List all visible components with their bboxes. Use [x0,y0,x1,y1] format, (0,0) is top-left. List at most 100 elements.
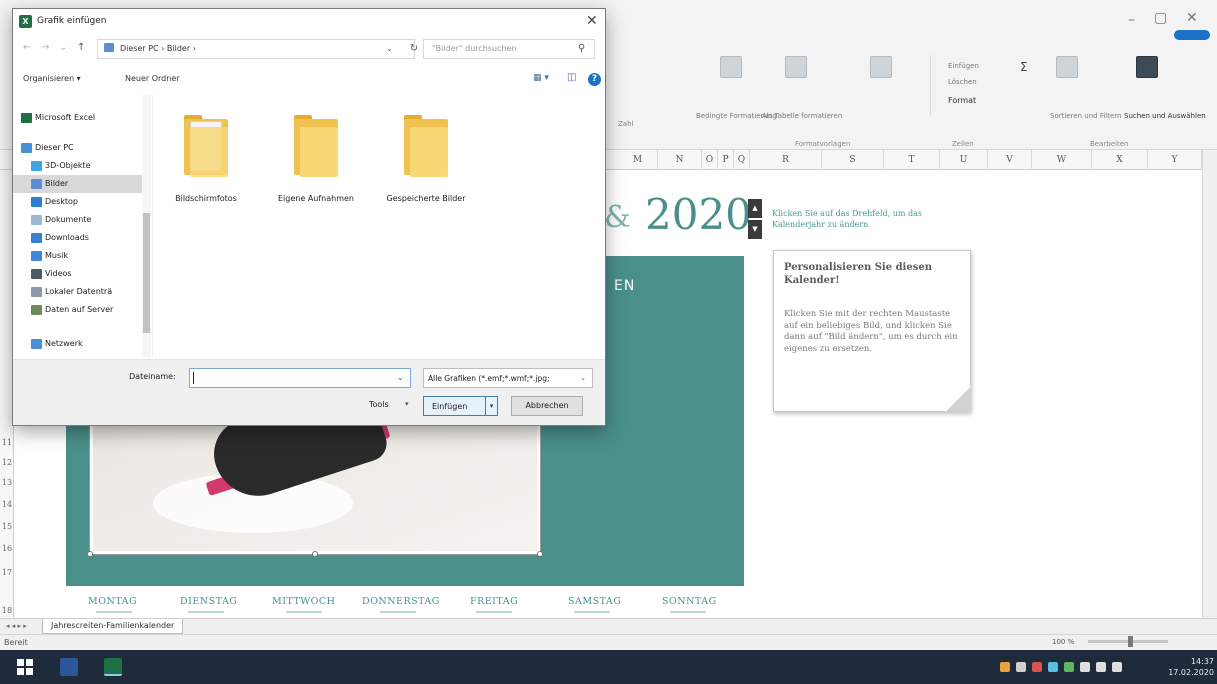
tray-icon[interactable] [1000,662,1010,672]
row-header[interactable]: 16 [0,544,14,553]
row-header[interactable]: 18 [0,606,14,615]
tray-icon[interactable] [1032,662,1042,672]
zoom-slider-thumb[interactable] [1128,636,1133,647]
row-header[interactable]: 13 [0,478,14,487]
resize-handle[interactable] [537,551,543,557]
view-options-icon[interactable]: ▦ ▾ [533,73,549,83]
refresh-icon[interactable]: ↻ [405,39,423,59]
tools-button[interactable]: Tools [369,400,389,409]
account-icon[interactable] [1174,30,1210,40]
find-select-icon[interactable] [1136,56,1158,78]
volume-icon[interactable] [1112,662,1122,672]
back-arrow-icon[interactable]: ← [23,42,31,53]
conditional-format-label[interactable]: Bedingte Formatierung [696,112,777,121]
column-header[interactable]: V [988,150,1032,170]
nav-pane-scrollbar[interactable] [142,95,151,357]
tray-icon[interactable] [1016,662,1026,672]
insert-options-dropdown[interactable]: ▾ [485,396,498,416]
taskbar-clock[interactable]: 14:37 17.02.2020 [1166,656,1214,678]
autosum-icon[interactable]: Σ [1020,60,1028,74]
cell-styles-icon[interactable] [870,56,892,78]
nav-item-server-data[interactable]: Daten auf Server [13,301,147,319]
column-header[interactable]: R [750,150,822,170]
maximize-button[interactable]: ▢ [1154,10,1167,26]
recent-dropdown-icon[interactable]: ⌄ [59,42,67,53]
vertical-scrollbar[interactable] [1202,150,1217,618]
nav-item-music[interactable]: Musik [13,247,147,265]
nav-item-pictures[interactable]: Bilder [13,175,147,193]
year-spinner[interactable]: ▲ ▼ [748,199,762,239]
dialog-close-button[interactable]: ✕ [586,13,598,29]
filename-input[interactable]: ⌄ [189,368,411,388]
nav-item-3d-objects[interactable]: 3D-Objekte [13,157,147,175]
filetype-select[interactable]: Alle Grafiken (*.emf;*.wmf;*.jpg; ⌄ [423,368,593,388]
column-header[interactable]: Y [1148,150,1202,170]
column-header[interactable]: T [884,150,940,170]
folder-screenshots[interactable]: Bildschirmfotos [158,109,254,229]
spin-down-icon[interactable]: ▼ [748,220,762,239]
wifi-icon[interactable] [1080,662,1090,672]
column-header[interactable]: S [822,150,884,170]
column-header[interactable]: P [718,150,734,170]
nav-item-local-disk[interactable]: Lokaler Datenträ [13,283,147,301]
row-header[interactable]: 17 [0,568,14,577]
zoom-level[interactable]: 100 % [1052,638,1074,646]
up-arrow-icon[interactable]: ↑ [77,42,85,53]
address-dropdown-icon[interactable]: ⌄ [386,44,393,53]
column-header[interactable]: U [940,150,988,170]
resize-handle[interactable] [312,551,318,557]
nav-scroll-thumb[interactable] [143,213,150,333]
nav-item-network[interactable]: Netzwerk [13,335,147,353]
column-header[interactable]: X [1092,150,1148,170]
word-icon[interactable] [60,658,78,676]
nav-item-documents[interactable]: Dokumente [13,211,147,229]
cancel-button[interactable]: Abbrechen [511,396,583,416]
column-header[interactable]: N [658,150,702,170]
chevron-down-icon[interactable]: ⌄ [397,373,404,382]
nav-item-this-pc[interactable]: Dieser PC [13,139,147,157]
insert-button[interactable]: Einfügen [423,396,487,416]
column-header[interactable]: Q [734,150,750,170]
address-bar[interactable]: Dieser PC › Bilder › ⌄ [97,39,415,59]
find-select-label[interactable]: Suchen und Auswählen [1124,112,1206,121]
column-header[interactable]: W [1032,150,1092,170]
help-icon[interactable]: ? [588,73,601,86]
folder-camera-roll[interactable]: Eigene Aufnahmen [268,109,364,229]
format-cells-button[interactable]: Format [948,96,976,105]
start-icon[interactable] [16,658,34,676]
folder-saved-pictures[interactable]: Gespeicherte Bilder [378,109,474,229]
row-header[interactable]: 15 [0,522,14,531]
excel-taskbar-icon[interactable] [104,658,122,676]
nav-item-videos[interactable]: Videos [13,265,147,283]
insert-cells-button[interactable]: Einfügen [948,62,979,71]
search-input[interactable]: "Bilder" durchsuchen ⚲ [423,39,595,59]
close-window-button[interactable]: ✕ [1186,10,1198,26]
sheet-tab[interactable]: Jahrescreiten-Familienkalender [42,619,184,634]
spin-up-icon[interactable]: ▲ [748,199,762,218]
tray-icon[interactable] [1064,662,1074,672]
organize-button[interactable]: Organisieren ▾ [23,74,81,83]
nav-item-microsoft-excel[interactable]: Microsoft Excel [13,109,147,127]
format-as-table-icon[interactable] [785,56,807,78]
nav-item-desktop[interactable]: Desktop [13,193,147,211]
minimize-button[interactable]: – [1128,12,1135,28]
preview-pane-icon[interactable]: ◫ [567,72,576,83]
keyboard-icon[interactable] [1096,662,1106,672]
sort-filter-label[interactable]: Sortieren und Filtern [1050,112,1121,121]
resize-handle[interactable] [87,551,93,557]
delete-cells-button[interactable]: Löschen [948,78,977,87]
column-header[interactable]: O [702,150,718,170]
row-header[interactable]: 12 [0,458,14,467]
network-tray-icon[interactable] [1048,662,1058,672]
conditional-format-icon[interactable] [720,56,742,78]
chevron-down-icon[interactable]: ▾ [405,400,409,408]
nav-item-downloads[interactable]: Downloads [13,229,147,247]
sort-filter-icon[interactable] [1056,56,1078,78]
new-folder-button[interactable]: Neuer Ordner [125,74,180,83]
format-as-table-label[interactable]: Als Tabelle formatieren [762,112,842,121]
sheet-nav-arrows[interactable]: ◂ ◂ ▸ ▸ [6,622,27,630]
forward-arrow-icon[interactable]: → [41,42,49,53]
row-header[interactable]: 11 [0,438,14,447]
row-header[interactable]: 14 [0,500,14,509]
column-header[interactable]: M [618,150,658,170]
